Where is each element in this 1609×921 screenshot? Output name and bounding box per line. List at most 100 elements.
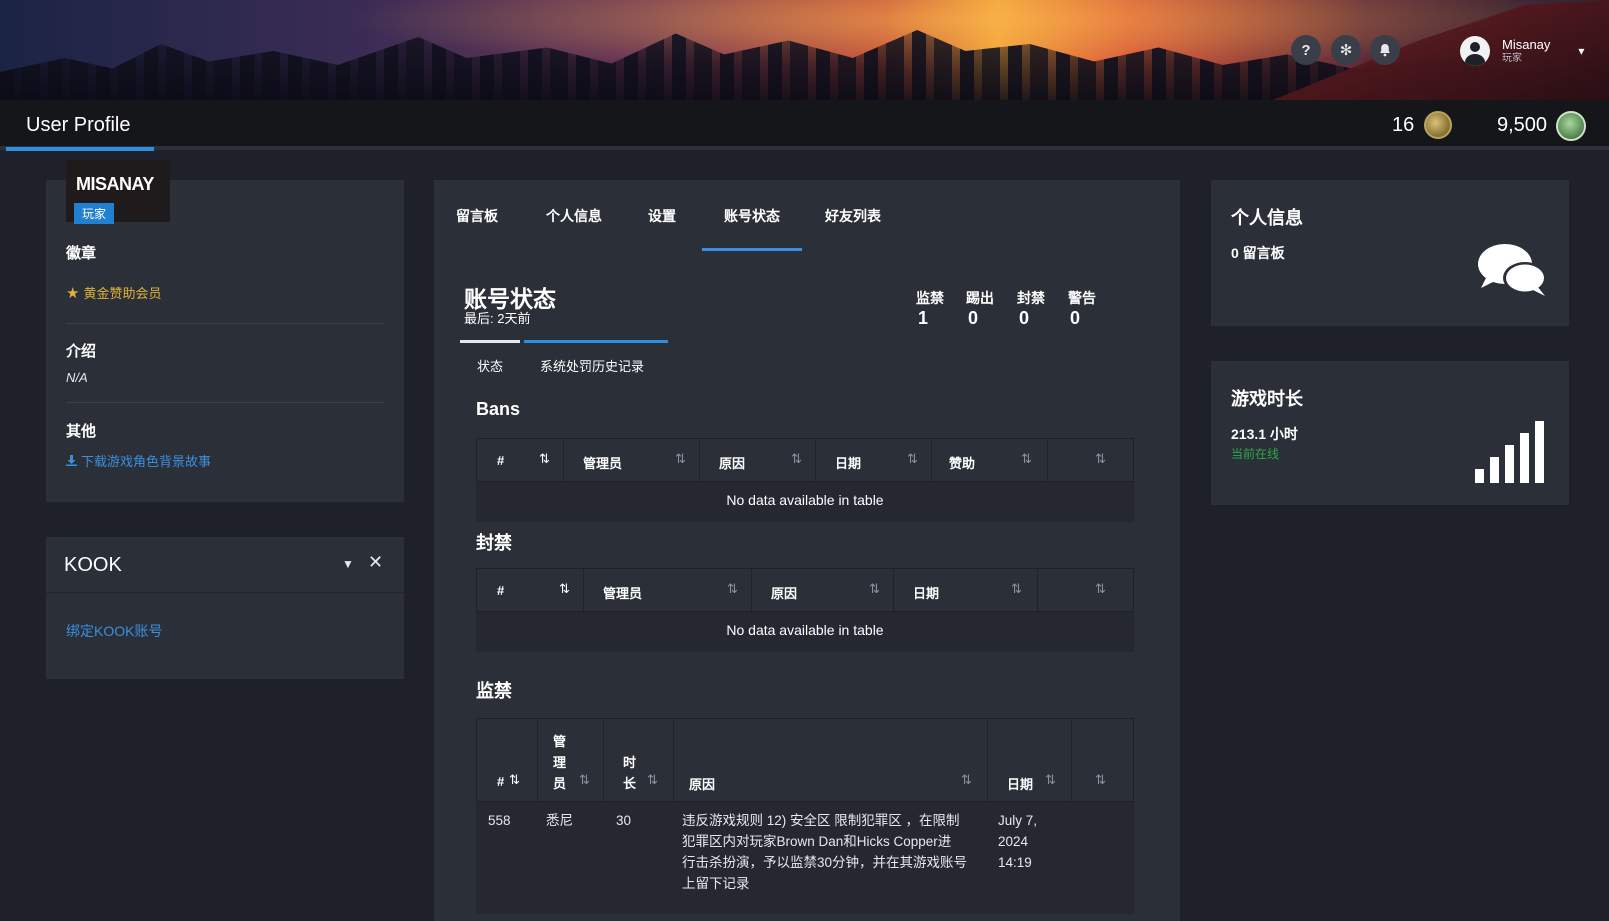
bell-icon[interactable]: [1370, 35, 1400, 65]
col-admin[interactable]: 管理员: [603, 583, 642, 602]
date-line: 2024: [998, 834, 1029, 849]
download-link-label: 下载游戏角色背景故事: [81, 454, 212, 469]
title-bar: User Profile 16 9,500: [0, 100, 1609, 151]
sort-icon[interactable]: ⇅: [559, 581, 570, 597]
col-admin-char: 管: [553, 734, 567, 749]
sort-icon[interactable]: ⇅: [579, 772, 590, 788]
col-id[interactable]: #: [497, 583, 504, 598]
personal-info-title: 个人信息: [1231, 208, 1303, 228]
medal-count: 16: [1392, 114, 1415, 136]
medal-icon: [1424, 111, 1452, 139]
header-banner: ? ✻ Misanay 玩家 ▾: [0, 0, 1609, 100]
intro-label: 介绍: [66, 343, 97, 360]
sort-icon[interactable]: ⇅: [1045, 772, 1056, 788]
bind-kook-link[interactable]: 绑定KOOK账号: [66, 621, 162, 641]
collapse-icon[interactable]: ▼: [342, 557, 354, 571]
kook-header: KOOK ▼ ✕: [46, 537, 404, 593]
download-icon: [66, 455, 77, 466]
gear-icon[interactable]: ✻: [1331, 35, 1361, 65]
sort-icon[interactable]: ⇅: [539, 451, 550, 467]
sort-icon[interactable]: ⇅: [727, 581, 738, 597]
page-title: User Profile: [26, 114, 131, 136]
coin-count: 9,500: [1497, 114, 1548, 136]
count-warn-label: 警告: [1068, 290, 1096, 306]
playtime-card: 游戏时长 213.1 小时 当前在线: [1211, 361, 1569, 505]
profile-name-tag: MISANAY 玩家: [66, 160, 170, 224]
chevron-down-icon[interactable]: ▾: [1578, 44, 1584, 58]
download-link[interactable]: 下载游戏角色背景故事: [66, 451, 211, 470]
tab-friends[interactable]: 好友列表: [825, 206, 881, 226]
sort-icon[interactable]: ⇅: [509, 772, 520, 788]
sort-icon[interactable]: ⇅: [791, 451, 802, 467]
col-reason[interactable]: 原因: [719, 453, 745, 472]
question-icon[interactable]: ?: [1291, 35, 1321, 65]
tab-personal-info[interactable]: 个人信息: [546, 206, 602, 226]
subtab-indicator-status: [460, 340, 520, 343]
col-admin-char: 员: [553, 776, 567, 791]
playtime-hours: 213.1 小时: [1231, 426, 1298, 442]
count-jail-value: 1: [918, 308, 929, 328]
col-admin-char: 理: [553, 755, 567, 770]
subtab-status[interactable]: 状态: [477, 356, 503, 375]
last-seen: 最后: 2天前: [464, 311, 531, 326]
sort-icon[interactable]: ⇅: [1095, 581, 1106, 597]
chat-bubbles-icon: [1478, 244, 1547, 296]
sort-icon[interactable]: ⇅: [1095, 451, 1106, 467]
tab-settings[interactable]: 设置: [648, 206, 676, 226]
col-duration[interactable]: 时 长: [623, 752, 636, 794]
kook-title: KOOK: [64, 554, 122, 576]
role-badge: 玩家: [74, 203, 115, 224]
col-date[interactable]: 日期: [835, 453, 861, 472]
table-header: # ⇅ 管理员 ⇅ 原因 ⇅ 日期 ⇅ 赞助 ⇅ ⇅: [476, 438, 1134, 483]
col-reason[interactable]: 原因: [771, 583, 797, 602]
count-jail-label: 监禁: [916, 290, 944, 306]
account-main-card: 留言板 个人信息 设置 账号状态 好友列表 账号状态 最后: 2天前 监禁 1 …: [434, 180, 1180, 921]
sort-icon[interactable]: ⇅: [907, 451, 918, 467]
divider: [66, 402, 384, 403]
cell-date: July 7, 2024 14:19: [998, 810, 1037, 873]
coin-icon: [1556, 111, 1586, 141]
intro-value: N/A: [66, 370, 88, 385]
sort-icon[interactable]: ⇅: [1095, 772, 1106, 788]
badges-label: 徽章: [66, 245, 97, 262]
star-icon: ★: [66, 284, 80, 302]
sort-icon[interactable]: ⇅: [647, 772, 658, 788]
sort-icon[interactable]: ⇅: [1021, 451, 1032, 467]
badge-item-label: 黄金赞助会员: [83, 286, 162, 301]
sort-icon[interactable]: ⇅: [1011, 581, 1022, 597]
count-kick-value: 0: [968, 308, 979, 328]
tab-message-board[interactable]: 留言板: [456, 206, 498, 226]
close-icon[interactable]: ✕: [368, 552, 383, 573]
col-date[interactable]: 日期: [913, 583, 939, 602]
bans-table: # ⇅ 管理员 ⇅ 原因 ⇅ 日期 ⇅ 赞助 ⇅ ⇅ No data avail…: [476, 438, 1134, 522]
profile-card: MISANAY 玩家 徽章 ★ 黄金赞助会员 介绍 N/A 其他 下载游戏角色背…: [46, 160, 404, 502]
col-id[interactable]: #: [497, 453, 504, 468]
subtab-history[interactable]: 系统处罚历史记录: [540, 356, 644, 375]
col-sponsor[interactable]: 赞助: [949, 453, 975, 472]
bans-table-title: Bans: [476, 399, 521, 419]
sort-icon[interactable]: ⇅: [961, 772, 972, 788]
col-reason[interactable]: 原因: [689, 774, 715, 793]
col-admin[interactable]: 管 理 员: [553, 731, 566, 794]
col-id[interactable]: #: [497, 774, 504, 789]
col-date[interactable]: 日期: [1007, 774, 1033, 793]
user-role: 玩家: [1502, 53, 1522, 64]
col-admin[interactable]: 管理员: [583, 453, 622, 472]
tab-account-status[interactable]: 账号状态: [724, 206, 780, 226]
sort-icon[interactable]: ⇅: [869, 581, 880, 597]
cell-id: 558: [488, 813, 511, 828]
message-count: 0 留言板: [1231, 245, 1285, 261]
subtab-indicator-history: [524, 340, 668, 343]
badge-item: ★ 黄金赞助会员: [66, 283, 161, 302]
profile-name: MISANAY: [76, 174, 154, 194]
user-name: Misanay: [1502, 37, 1551, 52]
signal-bars-icon: [1475, 421, 1549, 483]
sort-icon[interactable]: ⇅: [675, 451, 686, 467]
kook-card: KOOK ▼ ✕ 绑定KOOK账号: [46, 537, 404, 679]
col-duration-char: 长: [623, 776, 637, 791]
divider: [66, 323, 384, 324]
count-warn-value: 0: [1070, 308, 1081, 328]
cell-duration: 30: [616, 813, 632, 828]
user-menu[interactable]: Misanay 玩家 ▾: [1460, 36, 1584, 66]
bans2-table-title: 封禁: [476, 533, 512, 553]
